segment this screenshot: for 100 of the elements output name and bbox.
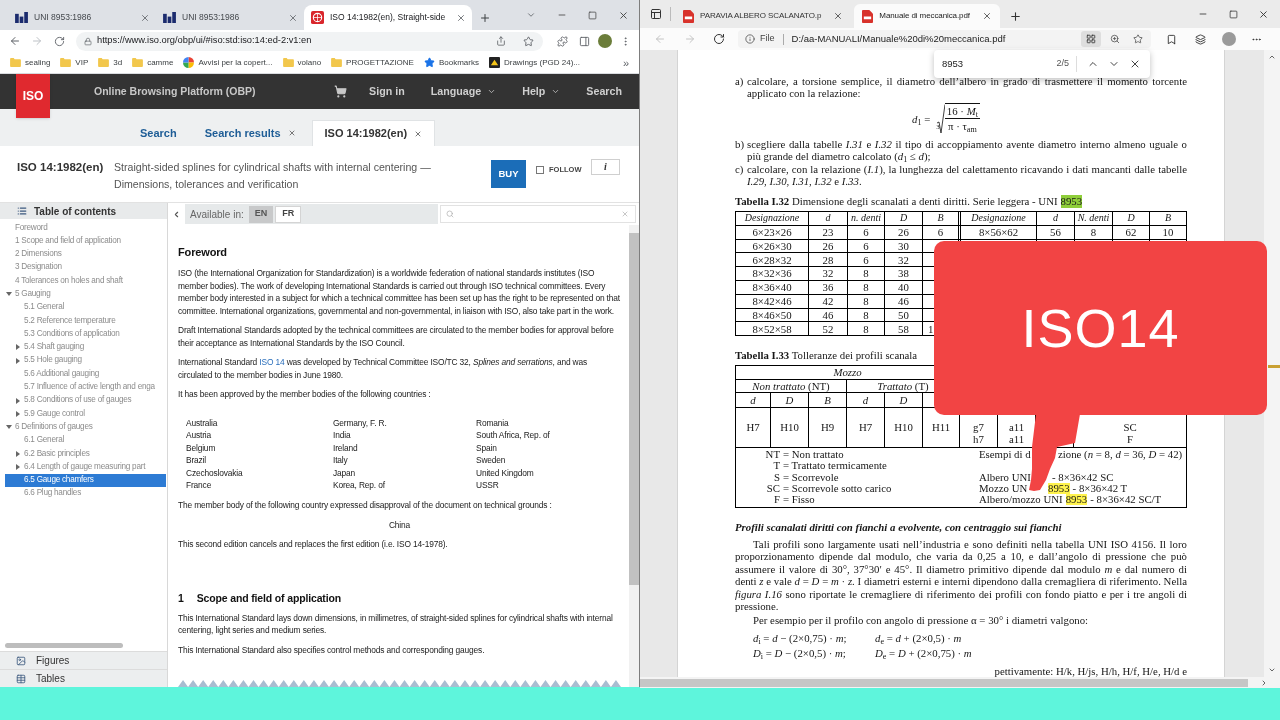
address-bar[interactable]: https://www.iso.org/obp/ui/#iso:std:iso:14:ed-2:v1:en [76, 31, 543, 51]
document-tab[interactable]: ISO 14:1982(en) [311, 120, 436, 146]
table-cell: 28 [822, 253, 834, 267]
toc-item[interactable]: 5.6 Additional gauging [5, 367, 166, 381]
browser-tab[interactable]: UNI 8953:1986 [156, 5, 304, 30]
table-cell: 26 [898, 226, 909, 239]
buy-button[interactable]: BUY [491, 160, 526, 188]
close-icon[interactable] [456, 12, 466, 23]
app-tile-icon [488, 57, 500, 68]
browser-tab[interactable]: PARAVIA ALBERO SCALANATO.p [675, 4, 852, 28]
panel-tab[interactable]: Tables [0, 669, 167, 687]
table-cell: F [1127, 433, 1133, 446]
toc-item[interactable]: 5.4 Shaft gauging [5, 340, 166, 354]
standard-link[interactable]: ISO 14 [259, 357, 285, 367]
nav-link[interactable]: Search [586, 83, 622, 100]
toc-item[interactable]: 6.6 Plug handles [5, 486, 166, 501]
table-cell: SC [1123, 420, 1137, 434]
bookmark-item[interactable]: Bookmarks [423, 56, 479, 69]
avatar-icon[interactable] [1222, 32, 1236, 46]
document-tab[interactable]: Search [128, 120, 189, 146]
info-button[interactable]: i [591, 159, 620, 175]
horizontal-scrollbar[interactable] [5, 643, 123, 648]
address-bar[interactable]: File D:/aa-MANUALI/Manuale%20di%20meccanica.pdf [738, 30, 1151, 48]
search-field[interactable] [440, 205, 636, 223]
folder-icon [98, 58, 110, 67]
column-header: Designazione [744, 212, 800, 225]
scrollbar-thumb[interactable] [629, 233, 639, 585]
close-icon[interactable] [287, 129, 296, 137]
find-input[interactable]: 8953 [942, 56, 1037, 72]
toc-item[interactable]: Foreword [5, 221, 166, 235]
toc-item[interactable]: 5.7 Influence of active length and enga [5, 380, 166, 394]
document-tab[interactable]: Search results [192, 120, 308, 146]
country-name: Italy [333, 454, 349, 467]
close-icon[interactable] [833, 11, 844, 21]
app-available-button[interactable] [1081, 31, 1101, 47]
nav-link[interactable]: Sign in [369, 83, 405, 100]
bookmark-star-button[interactable] [521, 34, 535, 48]
toc-item[interactable]: 5.5 Hole gauging [5, 353, 166, 368]
scrollbar-thumb[interactable] [640, 678, 1248, 687]
plus-icon [1009, 9, 1023, 23]
list-text: scegliere dalla tabelle I.31 e I.32 il tipo di accoppiamento avente diametro interno almeno uguale o più grande del diametro calcolato (d$_{1}$ ≤ d); [747, 137, 1187, 163]
bookmark-item[interactable]: camme [132, 56, 174, 69]
language-tab[interactable]: FR [275, 205, 302, 223]
toc-item[interactable]: 1 Scope and field of application [5, 234, 166, 248]
follow-checkbox[interactable] [536, 165, 544, 174]
bookmark-item[interactable]: PROGETTAZIONE [331, 56, 414, 69]
folder-icon [60, 58, 72, 67]
nav-link[interactable]: Language [430, 83, 497, 100]
close-icon[interactable] [288, 12, 298, 23]
toc-item[interactable]: 4 Tolerances on holes and shaft [5, 274, 166, 288]
example-text: Mozzo UN [979, 482, 1028, 494]
paragraph: ISO (the International Organization for Standardization) is a worldwide federation of national standards institutes (ISO member bodies). The work of developing International Standards is carried out through ISO technical committees. Every member body interested in a subject for which a technical committee has been set up has the right to be represented on that committee. International organizations, governmental and non-governmental, in liaison with ISO, also take part in the work. [178, 267, 621, 317]
share-button[interactable] [494, 34, 508, 48]
browser-tab[interactable]: Manuale di meccanica.pdf [854, 4, 1000, 28]
column-header: d [825, 212, 831, 225]
table-cell: a11 [1008, 433, 1025, 446]
browser-tab[interactable]: UNI 8953:1986 [8, 5, 156, 30]
panel-tab[interactable]: Figures [0, 651, 167, 669]
close-icon[interactable] [140, 12, 150, 23]
toc-item[interactable]: 3 Designation [5, 260, 166, 275]
table-cell: 50 [898, 308, 909, 322]
paragraph-fragment: pettivamente: H/k, H/js, H/h, H/f, H/e, H/d e [993, 664, 1187, 677]
clear-button[interactable] [620, 209, 630, 219]
more-bookmarks-button[interactable]: » [622, 56, 629, 69]
table-cell: 6 [937, 226, 944, 239]
toc-item[interactable]: 5.2 Reference temperature [5, 314, 166, 328]
browser-tab[interactable]: ISO 14:1982(en), Straight-side [304, 5, 472, 30]
toc-item[interactable]: 5.3 Conditions of application [5, 327, 166, 341]
fraction-numerator: 16 · M$_{t}$ [944, 104, 980, 120]
close-icon[interactable] [981, 11, 992, 21]
bookmark-item[interactable]: 3d [98, 56, 123, 69]
toc-item[interactable]: 6.5 Gauge chamfers [5, 473, 166, 487]
toc-item[interactable]: 5.1 General [5, 300, 166, 315]
column-header: n. denti [851, 212, 881, 225]
bookmark-item[interactable]: volano [282, 56, 322, 69]
toc-item[interactable]: 5 Gauging [5, 287, 166, 301]
close-icon [1257, 8, 1269, 20]
table-icon [16, 673, 26, 684]
toc-item[interactable]: 6 Definitions of gauges [5, 420, 166, 434]
bookmark-item[interactable]: Drawings (PGD 24)... [488, 56, 580, 69]
close-icon[interactable] [414, 129, 423, 138]
toc-item[interactable]: 6.2 Basic principles [5, 447, 166, 461]
nav-link[interactable]: Help [522, 83, 561, 100]
table-cell: 58 [898, 322, 909, 335]
document-code: ISO 14:1982(en) [17, 160, 105, 175]
toc-item[interactable]: 6.1 General [5, 433, 166, 448]
toc-item[interactable]: 2 Dimensions [5, 247, 166, 261]
bookmark-item[interactable]: VIP [60, 56, 89, 69]
table-cell: 32 [822, 267, 834, 280]
bookmark-item[interactable]: sealing [10, 56, 51, 69]
table-cell: a11 [1008, 420, 1025, 434]
toc-item[interactable]: 6.4 Length of gauge measuring part [5, 460, 166, 474]
toc-item[interactable]: 5.8 Conditions of use of gauges [5, 393, 166, 408]
arrow-left-icon [9, 35, 21, 47]
cart-icon[interactable] [334, 85, 348, 98]
list-text: calcolare, con la relazione (I.1), la lunghezza del calettamento ricavando i dati mancanti dalle tabelle I.29, I.30, I.31, I.32 e I.33. [747, 162, 1187, 188]
avatar-icon[interactable] [598, 34, 612, 48]
bookmark-item[interactable]: Avvisi per la copert... [183, 56, 273, 69]
language-tab[interactable]: EN [248, 205, 274, 223]
toc-item[interactable]: 5.9 Gauge control [5, 407, 166, 421]
